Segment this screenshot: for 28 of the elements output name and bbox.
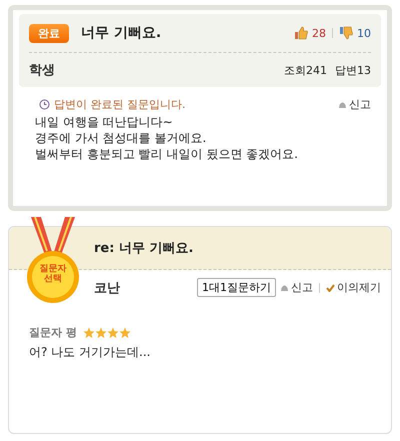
- clock-icon: [39, 99, 50, 110]
- star-icon: [94, 326, 107, 338]
- star-icon: [106, 326, 119, 338]
- report-link[interactable]: 신고: [338, 97, 371, 112]
- author-name: 학생: [29, 62, 55, 79]
- siren-icon: [280, 284, 289, 292]
- thumbs-down-icon[interactable]: [339, 26, 353, 40]
- objection-link[interactable]: 이의제기: [326, 280, 381, 295]
- medal-label: 질문자 선택: [38, 264, 68, 284]
- star-icon: [118, 326, 131, 338]
- check-icon: [326, 284, 335, 292]
- thumbs-up-icon[interactable]: [294, 26, 308, 40]
- question-body: 내일 여행을 떠난답니다~ 경주에 가서 첨성대를 볼거에요. 벌써부터 흥분되고 빨리 내일이 됬으면 좋겠어요.: [35, 114, 299, 162]
- report-link[interactable]: 신고: [280, 280, 313, 295]
- view-count: 조회241: [284, 62, 327, 78]
- status-badge: 완료: [29, 24, 69, 42]
- answer-title: re: 너무 기뻐요.: [94, 240, 194, 257]
- answer-count: 답변13: [335, 62, 371, 78]
- answer-body: 어? 나도 거기가는데...: [29, 344, 152, 361]
- question-title: 너무 기뻐요.: [81, 24, 162, 42]
- status-message: 답변이 완료된 질문입니다.: [54, 97, 186, 112]
- ask-button[interactable]: 1대1질문하기: [197, 278, 276, 297]
- dislike-count: 10: [357, 26, 371, 40]
- siren-icon: [338, 100, 347, 108]
- like-count: 28: [312, 26, 326, 40]
- rating-label: 질문자 평: [29, 325, 77, 340]
- star-icon: [82, 326, 95, 338]
- answerer-name: 코난: [94, 280, 120, 296]
